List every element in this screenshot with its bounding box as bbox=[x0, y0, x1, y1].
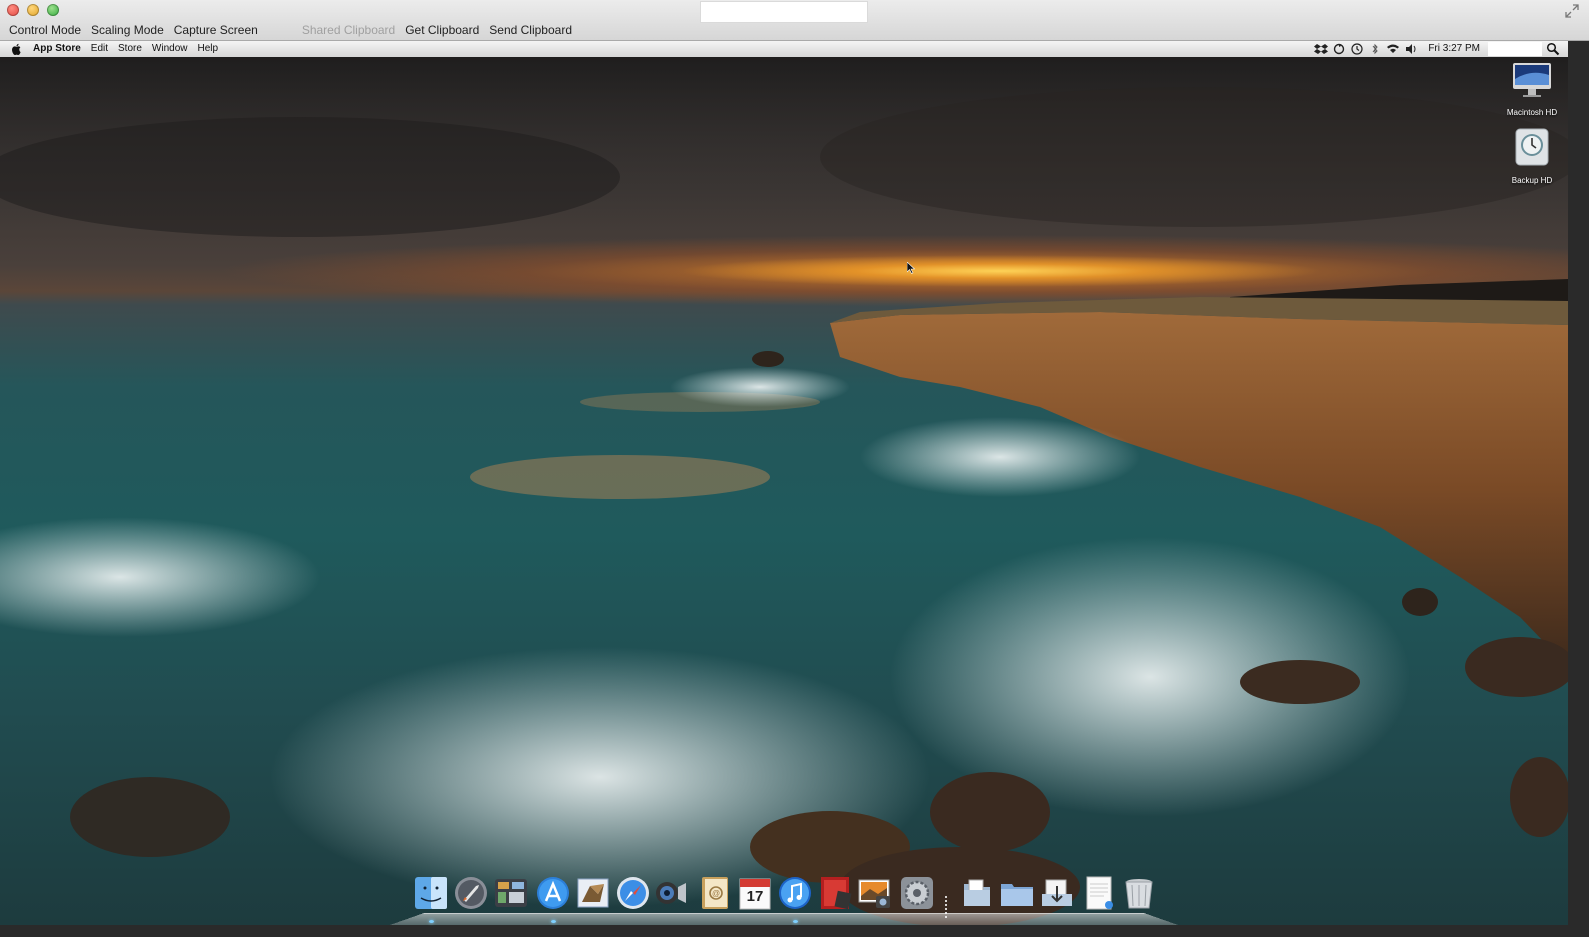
control-mode-button[interactable]: Control Mode bbox=[9, 22, 81, 38]
apple-menu-icon[interactable] bbox=[11, 43, 23, 55]
get-clipboard-button[interactable]: Get Clipboard bbox=[405, 22, 479, 38]
wallpaper-scene bbox=[0, 57, 1568, 925]
svg-text:@: @ bbox=[712, 889, 720, 898]
menu-window[interactable]: Window bbox=[152, 41, 188, 57]
sync-icon[interactable] bbox=[1332, 43, 1346, 55]
desktop-icon-macintosh-hd[interactable]: Macintosh HD bbox=[1502, 61, 1562, 117]
calendar-day: 17 bbox=[746, 888, 764, 905]
facetime-icon[interactable] bbox=[652, 874, 690, 912]
launchpad-icon[interactable] bbox=[452, 874, 490, 912]
textedit-doc-icon[interactable] bbox=[1080, 874, 1118, 912]
applications-folder-icon[interactable] bbox=[998, 874, 1036, 912]
contacts-icon[interactable]: @ bbox=[696, 874, 734, 912]
mail-icon[interactable] bbox=[574, 874, 612, 912]
photo-booth-icon[interactable] bbox=[816, 874, 854, 912]
imac-icon bbox=[1513, 63, 1551, 97]
scaling-mode-button[interactable]: Scaling Mode bbox=[91, 22, 164, 38]
system-preferences-icon[interactable] bbox=[898, 874, 936, 912]
dropbox-icon[interactable] bbox=[1314, 43, 1329, 55]
toolbar-spacer bbox=[268, 22, 302, 38]
app-store-icon[interactable] bbox=[534, 874, 572, 912]
spotlight-search-icon[interactable] bbox=[1546, 42, 1560, 56]
desktop-icon-label: Macintosh HD bbox=[1506, 108, 1558, 117]
minimize-window-button[interactable] bbox=[27, 4, 39, 16]
calendar-icon[interactable]: 17 bbox=[736, 874, 774, 912]
viewer-title-bar: Control Mode Scaling Mode Capture Screen… bbox=[0, 0, 1589, 41]
wifi-icon[interactable] bbox=[1386, 43, 1400, 55]
desktop-wallpaper[interactable]: Macintosh HD Backup HD bbox=[0, 57, 1568, 925]
bluetooth-icon[interactable] bbox=[1368, 43, 1382, 55]
iphoto-icon[interactable] bbox=[856, 874, 894, 912]
volume-icon[interactable] bbox=[1404, 43, 1418, 55]
downloads-icon[interactable] bbox=[1038, 874, 1076, 912]
trash-icon[interactable] bbox=[1120, 874, 1158, 912]
window-title-field bbox=[700, 1, 868, 23]
menu-app-store[interactable]: App Store bbox=[33, 41, 81, 57]
mouse-pointer-icon bbox=[907, 262, 915, 274]
close-window-button[interactable] bbox=[7, 4, 19, 16]
menubar-clock[interactable]: Fri 3:27 PM bbox=[1428, 41, 1480, 57]
send-clipboard-button[interactable]: Send Clipboard bbox=[489, 22, 572, 38]
desktop-icon-backup-hd[interactable]: Backup HD bbox=[1502, 127, 1562, 185]
menu-edit[interactable]: Edit bbox=[91, 41, 108, 57]
running-indicator bbox=[551, 920, 556, 923]
zoom-window-button[interactable] bbox=[47, 4, 59, 16]
running-indicator bbox=[429, 920, 434, 923]
dock: @ 17 bbox=[390, 872, 1178, 925]
viewer-toolbar: Control Mode Scaling Mode Capture Screen… bbox=[9, 22, 582, 38]
running-indicator bbox=[793, 920, 798, 923]
time-machine-drive-icon bbox=[1515, 128, 1549, 166]
desktop-icon-label: Backup HD bbox=[1511, 176, 1553, 185]
mac-menubar: App Store Edit Store Window Help Fri 3:2… bbox=[0, 41, 1568, 58]
fullscreen-icon[interactable] bbox=[1565, 4, 1579, 18]
menu-store[interactable]: Store bbox=[118, 41, 142, 57]
documents-icon[interactable] bbox=[958, 874, 996, 912]
spotlight-field[interactable] bbox=[1488, 42, 1542, 56]
shared-clipboard-button[interactable]: Shared Clipboard bbox=[302, 22, 395, 38]
itunes-icon[interactable] bbox=[776, 874, 814, 912]
dock-shelf bbox=[390, 913, 1178, 925]
capture-screen-button[interactable]: Capture Screen bbox=[174, 22, 258, 38]
finder-icon[interactable] bbox=[412, 874, 450, 912]
dock-separator bbox=[945, 896, 947, 920]
mission-control-icon[interactable] bbox=[492, 874, 530, 912]
time-machine-icon[interactable] bbox=[1350, 43, 1364, 55]
safari-icon[interactable] bbox=[614, 874, 652, 912]
menu-help[interactable]: Help bbox=[198, 41, 219, 57]
